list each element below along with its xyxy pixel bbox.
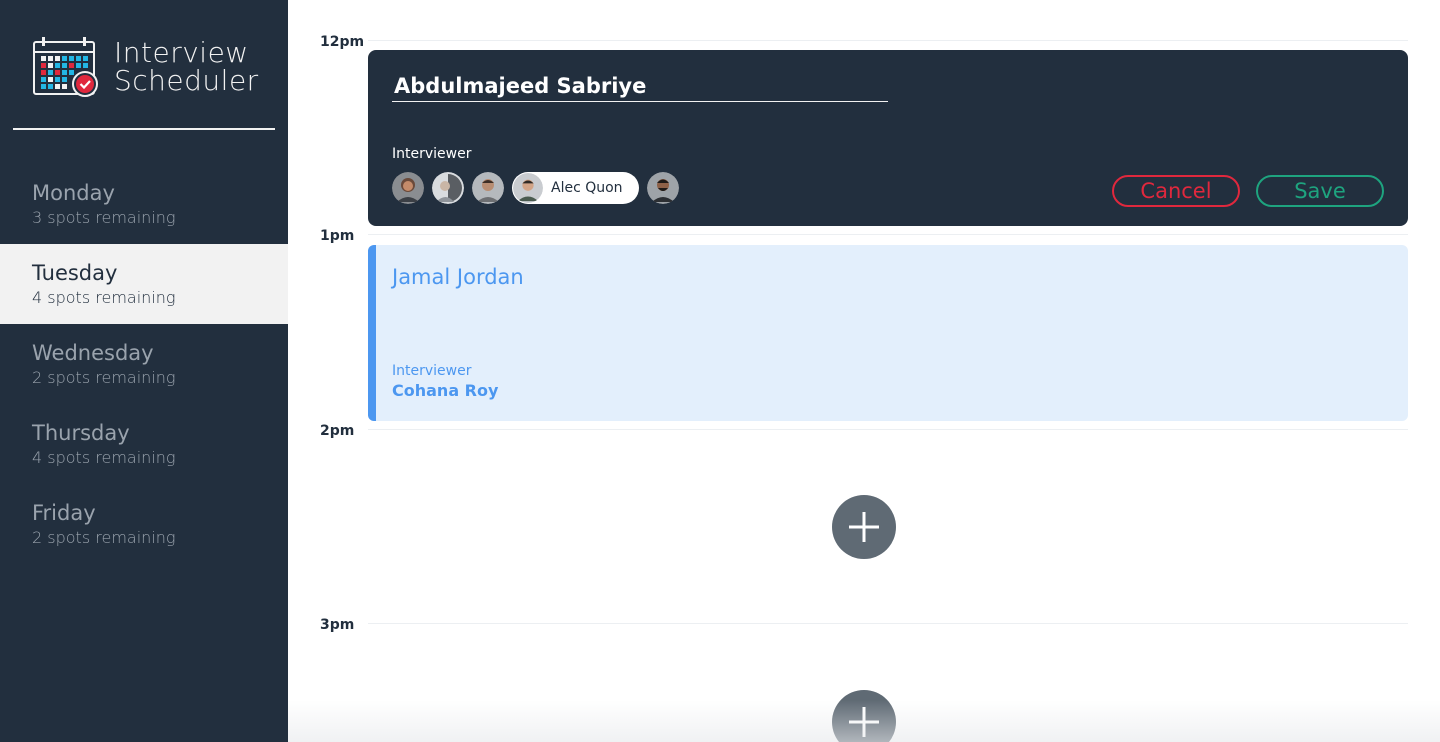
interviewer-list: Alec Quon (392, 172, 687, 204)
student-name-input[interactable] (392, 70, 888, 102)
interviewer-option[interactable] (472, 172, 504, 204)
sidebar: Interview Scheduler Monday 3 spots remai… (0, 0, 288, 742)
day-item-thursday[interactable]: Thursday 4 spots remaining (0, 404, 288, 484)
time-label: 2pm (320, 423, 355, 439)
interviewer-option[interactable] (646, 172, 679, 204)
add-appointment-button[interactable] (832, 690, 896, 742)
interviewer-name: Cohana Roy (392, 381, 499, 400)
plus-icon (849, 707, 879, 737)
day-spots: 4 spots remaining (32, 448, 176, 467)
avatar (472, 172, 504, 204)
day-item-tuesday[interactable]: Tuesday 4 spots remaining (0, 244, 288, 324)
day-item-monday[interactable]: Monday 3 spots remaining (0, 164, 288, 244)
interviewer-label: Interviewer (392, 146, 472, 162)
avatar (432, 172, 464, 204)
day-item-friday[interactable]: Friday 2 spots remaining (0, 484, 288, 564)
appointment-show[interactable]: Jamal Jordan Interviewer Cohana Roy (368, 245, 1408, 421)
avatar (646, 172, 679, 204)
app-title-line2: Scheduler (114, 64, 259, 97)
time-label: 1pm (320, 228, 355, 244)
time-label: 3pm (320, 617, 355, 633)
schedule: 12pm 1pm 2pm 3pm Interviewer (288, 0, 1440, 742)
day-spots: 2 spots remaining (32, 368, 176, 387)
interviewer-label: Interviewer (392, 363, 472, 379)
app-title: Interview Scheduler (114, 39, 259, 95)
add-appointment-button[interactable] (832, 495, 896, 559)
time-divider (368, 429, 1408, 430)
sidebar-divider (13, 128, 275, 130)
day-name: Wednesday (32, 341, 154, 365)
interviewer-option-selected[interactable]: Alec Quon (512, 172, 639, 204)
day-spots: 2 spots remaining (32, 528, 176, 547)
student-name: Jamal Jordan (392, 265, 524, 289)
brand: Interview Scheduler (32, 36, 259, 98)
selected-interviewer-name: Alec Quon (551, 180, 623, 196)
day-name: Thursday (32, 421, 130, 445)
interviewer-option[interactable] (432, 172, 464, 204)
time-divider (368, 234, 1408, 235)
avatar (392, 172, 424, 204)
time-divider (368, 623, 1408, 624)
time-label: 12pm (320, 34, 365, 50)
day-name: Monday (32, 181, 115, 205)
avatar (513, 173, 543, 203)
app-title-line1: Interview (114, 36, 249, 69)
plus-icon (849, 512, 879, 542)
time-divider (368, 40, 1408, 41)
day-item-wednesday[interactable]: Wednesday 2 spots remaining (0, 324, 288, 404)
day-list: Monday 3 spots remaining Tuesday 4 spots… (0, 164, 288, 564)
appointment-form: Interviewer (368, 50, 1408, 226)
cancel-button[interactable]: Cancel (1112, 175, 1240, 207)
interviewer-option[interactable] (392, 172, 424, 204)
day-name: Friday (32, 501, 96, 525)
day-name: Tuesday (32, 261, 118, 285)
day-spots: 4 spots remaining (32, 288, 176, 307)
day-spots: 3 spots remaining (32, 208, 176, 227)
save-button[interactable]: Save (1256, 175, 1384, 207)
calendar-check-icon (33, 37, 98, 97)
